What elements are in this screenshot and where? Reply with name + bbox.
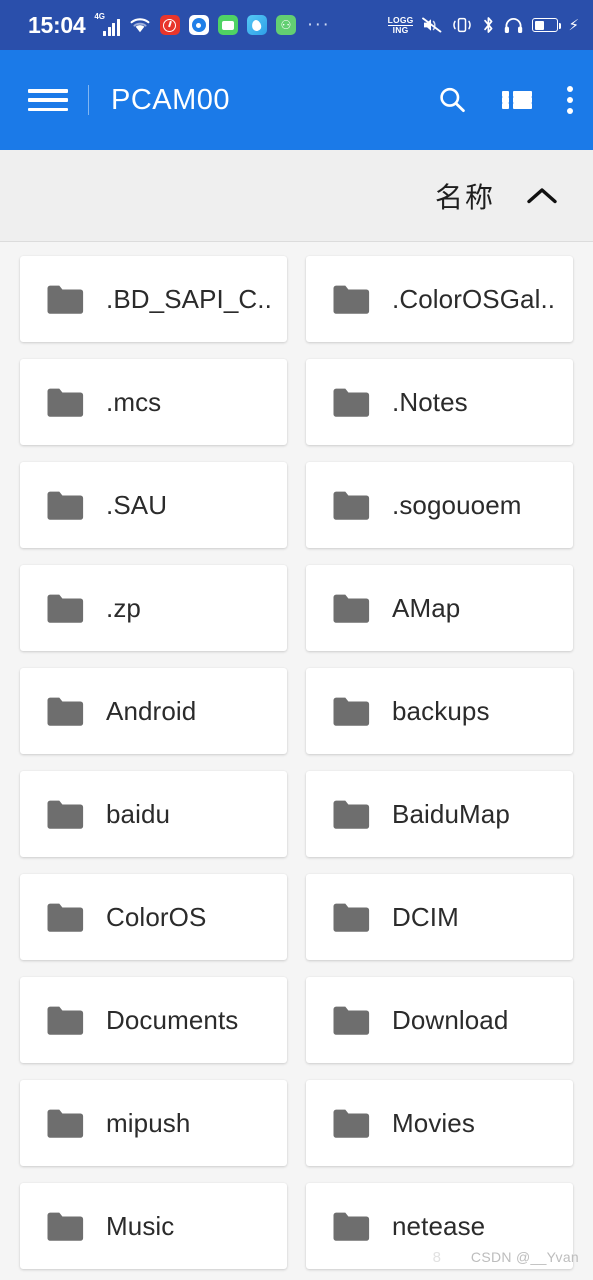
file-card[interactable]: .mcs (20, 359, 287, 445)
status-overflow-dots-icon: ··· (306, 14, 331, 36)
folder-icon (46, 902, 84, 933)
headphones-icon (504, 17, 523, 34)
folder-icon (332, 902, 370, 933)
status-bar-right: LOGG ING ⚡ (387, 14, 579, 35)
file-name: .BD_SAPI_C... (106, 283, 271, 314)
file-card[interactable]: mipush (20, 1080, 287, 1166)
file-list-area: .BD_SAPI_C... .ColorOSGal... .mcs .Notes .SA… (0, 242, 593, 1280)
netease-music-icon (159, 15, 180, 35)
battery-icon (532, 18, 562, 32)
logging-line-2: ING (387, 24, 414, 35)
file-manager-screen: 15:04 4G ⚇ ··· LOGG ING ⚡ PCAM00 名称 .BD_… (0, 0, 593, 1280)
file-card[interactable]: .ColorOSGal... (306, 256, 573, 342)
folder-icon (46, 1005, 84, 1036)
folder-icon (332, 1005, 370, 1036)
file-card[interactable]: .SAU (20, 462, 287, 548)
file-card[interactable]: netease (306, 1183, 573, 1269)
status-bar: 15:04 4G ⚇ ··· LOGG ING ⚡ (0, 0, 593, 50)
file-card[interactable]: Download (306, 977, 573, 1063)
folder-icon (46, 696, 84, 727)
file-card[interactable]: .Notes (306, 359, 573, 445)
weather-app-icon (246, 15, 267, 35)
file-card[interactable]: Music (20, 1183, 287, 1269)
bluetooth-icon (482, 16, 495, 34)
file-name: .zp (106, 592, 141, 623)
file-name: Download (392, 1004, 509, 1035)
folder-icon (332, 799, 370, 830)
mute-icon (422, 17, 442, 33)
file-name: Android (106, 695, 197, 726)
network-type-label: 4G (94, 12, 105, 21)
file-name: Movies (392, 1107, 475, 1138)
folder-icon (46, 1211, 84, 1242)
view-icon-squares (502, 91, 509, 109)
file-card[interactable]: .BD_SAPI_C... (20, 256, 287, 342)
folder-icon (46, 593, 84, 624)
app-bar-divider (88, 85, 89, 115)
kebab-menu-icon[interactable] (566, 86, 573, 114)
search-icon[interactable] (436, 84, 468, 116)
signal-bars (103, 19, 120, 36)
wifi-icon (129, 16, 151, 34)
app-bar-actions (436, 84, 573, 116)
folder-icon (332, 1108, 370, 1139)
list-view-icon[interactable] (502, 87, 532, 113)
folder-icon (46, 1108, 84, 1139)
file-name: baidu (106, 798, 171, 829)
charging-bolt-icon: ⚡ (568, 16, 579, 34)
file-name: .Notes (392, 386, 468, 417)
folder-icon (332, 284, 370, 315)
file-card[interactable]: .zp (20, 565, 287, 651)
status-bar-left: 15:04 4G ⚇ ··· (28, 11, 331, 38)
file-name: ColorOS (106, 901, 207, 932)
file-name: .sogouoem (392, 489, 522, 520)
file-name: mipush (106, 1107, 191, 1138)
folder-icon (46, 799, 84, 830)
message-app-icon (217, 15, 238, 35)
page-title: PCAM00 (111, 83, 231, 116)
logging-line-1: LOGG (387, 14, 414, 25)
vibrate-icon (451, 17, 473, 33)
folder-icon (332, 1211, 370, 1242)
folder-icon (332, 387, 370, 418)
folder-icon (332, 593, 370, 624)
file-name: Documents (106, 1004, 239, 1035)
folder-icon (46, 490, 84, 521)
camera-app-icon (188, 15, 209, 35)
hamburger-menu-icon[interactable] (28, 86, 68, 114)
file-name: .SAU (106, 489, 168, 520)
logging-indicator: LOGG ING (387, 14, 414, 35)
view-icon-lines (512, 91, 532, 109)
file-card[interactable]: Android (20, 668, 287, 754)
file-name: .ColorOSGal... (392, 283, 557, 314)
app-bar: PCAM00 (0, 50, 593, 150)
file-name: Music (106, 1210, 175, 1241)
file-name: DCIM (392, 901, 459, 932)
folder-icon (332, 696, 370, 727)
file-name: backups (392, 695, 490, 726)
sort-bar[interactable]: 名称 (0, 150, 593, 242)
sort-label: 名称 (434, 181, 495, 213)
file-card[interactable]: ColorOS (20, 874, 287, 960)
file-card[interactable]: backups (306, 668, 573, 754)
chevron-up-icon[interactable] (525, 184, 559, 208)
signal-4g-icon: 4G (94, 12, 120, 36)
file-card[interactable]: baidu (20, 771, 287, 857)
file-card[interactable]: Movies (306, 1080, 573, 1166)
file-card[interactable]: Documents (20, 977, 287, 1063)
file-card[interactable]: AMap (306, 565, 573, 651)
file-name: BaiduMap (392, 798, 510, 829)
folder-icon (46, 387, 84, 418)
folder-icon (332, 490, 370, 521)
file-grid: .BD_SAPI_C... .ColorOSGal... .mcs .Notes .SA… (20, 256, 573, 1269)
folder-icon (46, 284, 84, 315)
file-card[interactable]: DCIM (306, 874, 573, 960)
file-card[interactable]: .sogouoem (306, 462, 573, 548)
file-name: .mcs (106, 386, 162, 417)
file-name: AMap (392, 592, 461, 623)
status-clock: 15:04 (28, 11, 86, 38)
alipay-app-icon: ⚇ (275, 15, 296, 35)
file-card[interactable]: BaiduMap (306, 771, 573, 857)
file-name: netease (392, 1210, 486, 1241)
